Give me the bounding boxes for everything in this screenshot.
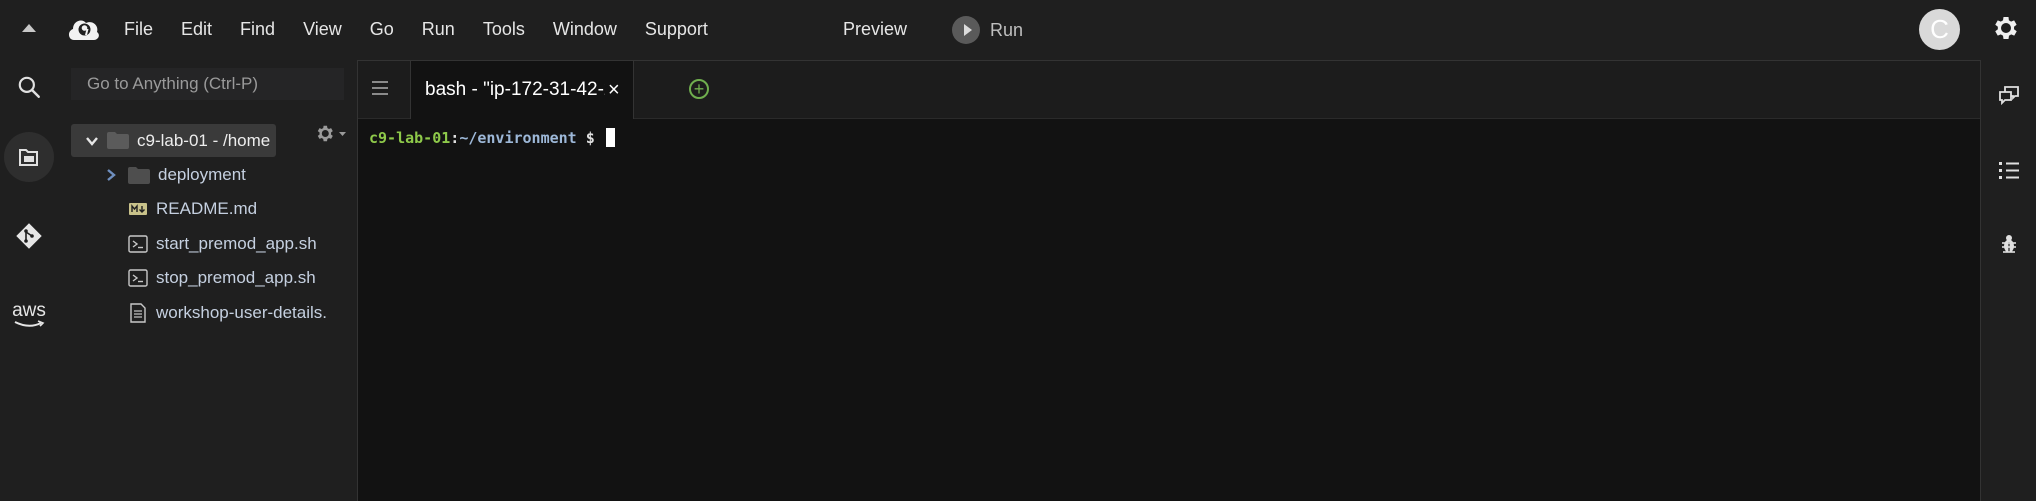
search-icon	[18, 76, 40, 98]
menu-go[interactable]: Go	[370, 19, 394, 40]
search-button[interactable]	[4, 62, 54, 112]
tree-item-label: deployment	[158, 165, 246, 184]
aws-toolkit-button[interactable]: aws	[4, 290, 54, 340]
tree-item-workshop-details[interactable]: workshop-user-details.	[128, 298, 356, 328]
text-file-icon	[128, 303, 148, 323]
terminal-file-icon	[128, 234, 148, 254]
avatar[interactable]: C	[1919, 9, 1960, 50]
menu-run[interactable]: Run	[422, 19, 455, 40]
gear-icon[interactable]	[1991, 13, 2021, 43]
tree-item-label: stop_premod_app.sh	[156, 268, 316, 287]
activity-bar: aws	[0, 58, 58, 501]
tree-root-label: c9-lab-01 - /home	[137, 130, 271, 150]
debugger-button[interactable]	[1994, 229, 2024, 259]
prompt-symbol: $	[585, 128, 595, 147]
explorer-button[interactable]	[4, 132, 54, 182]
go-to-anything-input[interactable]	[71, 68, 344, 100]
editor-pane: bash - "ip-172-31-42-207.e × + c9-lab-01…	[357, 60, 1981, 501]
tree-item-stop-script[interactable]: stop_premod_app.sh	[128, 263, 316, 293]
tree-item-deployment[interactable]: deployment	[104, 160, 246, 190]
add-tab-icon[interactable]: +	[689, 79, 709, 99]
menu-find[interactable]: Find	[240, 19, 275, 40]
terminal-prompt[interactable]: c9-lab-01: ~/environment $	[369, 128, 615, 147]
prompt-path: ~/environment	[459, 128, 577, 147]
git-icon	[16, 223, 42, 249]
collaborate-button[interactable]	[1994, 80, 2024, 110]
chevron-down-icon[interactable]	[85, 136, 99, 146]
chevron-right-icon[interactable]	[104, 168, 118, 182]
tree-settings-gear-icon[interactable]	[314, 121, 350, 145]
hamburger-menu-icon[interactable]	[372, 81, 388, 99]
collapse-menu-icon[interactable]	[22, 24, 36, 32]
cloud9-logo-icon[interactable]	[66, 14, 100, 44]
tree-item-readme[interactable]: README.md	[128, 194, 257, 224]
folder-icon	[107, 132, 129, 149]
menu-edit[interactable]: Edit	[181, 19, 212, 40]
preview-button[interactable]: Preview	[843, 19, 907, 40]
menu-support[interactable]: Support	[645, 19, 708, 40]
tree-item-label: start_premod_app.sh	[156, 234, 317, 253]
tab-label: bash - "ip-172-31-42-207.e	[425, 79, 605, 100]
chat-bubbles-icon	[1999, 86, 2019, 106]
aws-logo-icon: aws	[12, 300, 46, 328]
prompt-separator: :	[450, 128, 460, 147]
aws-label: aws	[12, 300, 46, 321]
prompt-host: c9-lab-01	[369, 128, 451, 147]
run-button[interactable]: Run	[952, 16, 1023, 44]
menu-tools[interactable]: Tools	[483, 19, 525, 40]
tab-bash-terminal[interactable]: bash - "ip-172-31-42-207.e ×	[410, 61, 634, 119]
right-panel-bar	[1982, 58, 2036, 501]
files-icon	[19, 149, 38, 166]
play-icon	[952, 16, 980, 44]
menu-file[interactable]: File	[124, 19, 153, 40]
outline-button[interactable]	[1994, 155, 2024, 185]
markdown-file-icon	[128, 199, 148, 219]
run-label: Run	[990, 19, 1024, 40]
menu-view[interactable]: View	[303, 19, 342, 40]
tree-item-start-script[interactable]: start_premod_app.sh	[128, 229, 317, 259]
tab-bar: bash - "ip-172-31-42-207.e × +	[358, 61, 1980, 119]
bug-icon	[2002, 235, 2016, 253]
terminal-cursor	[605, 128, 615, 147]
tree-root-row[interactable]: c9-lab-01 - /home	[71, 124, 276, 157]
tree-item-label: README.md	[156, 199, 258, 218]
menu-window[interactable]: Window	[553, 19, 617, 40]
tree-item-label: workshop-user-details.	[156, 303, 328, 322]
outline-list-icon	[1999, 162, 2019, 179]
folder-icon	[128, 166, 150, 184]
terminal-file-icon	[128, 268, 148, 288]
close-icon[interactable]: ×	[608, 79, 620, 102]
source-control-button[interactable]	[4, 211, 54, 261]
menu-bar: File Edit Find View Go Run Tools Window …	[0, 0, 2036, 58]
main-menu: File Edit Find View Go Run Tools Window …	[124, 0, 736, 58]
